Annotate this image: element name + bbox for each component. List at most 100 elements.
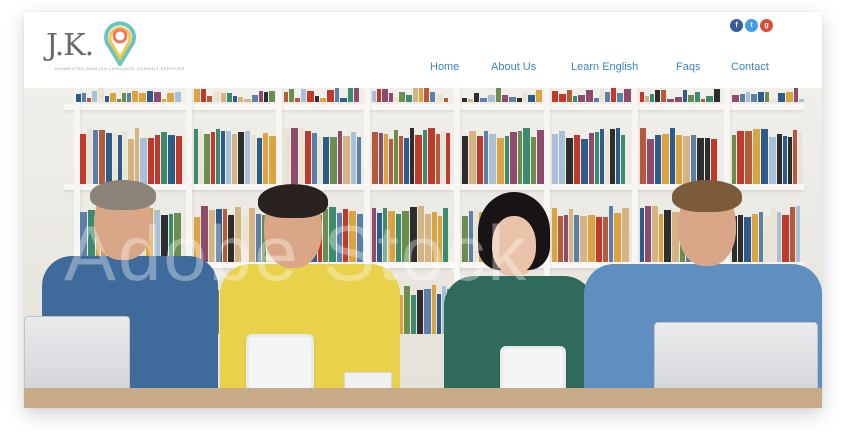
book-spine <box>430 92 435 102</box>
google-plus-icon[interactable]: g <box>760 19 773 32</box>
book-spine <box>600 89 604 102</box>
book-spine <box>357 214 363 262</box>
book-spine <box>528 95 535 102</box>
book-spine <box>379 133 383 184</box>
book-spine <box>462 98 467 102</box>
book-spine <box>161 215 168 262</box>
logo-mark: J.K. <box>46 28 94 63</box>
book-spine <box>377 213 382 262</box>
book-spine <box>600 129 604 184</box>
book-spine <box>123 131 127 184</box>
nav-contact[interactable]: Contact <box>731 61 769 73</box>
book-spine <box>701 99 705 102</box>
book-spine <box>399 92 405 102</box>
book-spine <box>413 88 418 102</box>
book-spine <box>609 206 613 262</box>
book-spine <box>147 91 153 102</box>
book-spine <box>384 134 388 184</box>
book-spine <box>444 98 448 102</box>
book-spine <box>659 214 663 262</box>
book-spine <box>664 210 671 262</box>
book-spine <box>610 129 615 184</box>
book-spine <box>777 134 782 184</box>
book-spine <box>343 209 348 262</box>
book-spine <box>410 207 417 262</box>
nav-home[interactable]: Home <box>430 61 459 73</box>
book-spine <box>335 88 339 102</box>
book-spine <box>589 133 594 184</box>
twitter-icon[interactable]: t <box>745 19 758 32</box>
book-spine <box>617 93 623 102</box>
book-spine <box>122 93 126 102</box>
book-spine <box>394 97 398 102</box>
book-spine <box>428 128 435 184</box>
book-spine <box>505 136 509 184</box>
book-spine <box>655 135 661 184</box>
book-spine <box>523 92 527 102</box>
book-spine <box>751 94 757 102</box>
book-spine <box>667 99 674 102</box>
book-spine <box>340 98 347 102</box>
book-spine <box>798 131 802 184</box>
book-spine <box>213 91 220 102</box>
book-spine <box>469 211 473 262</box>
book-spine <box>783 136 787 184</box>
book-spine <box>518 131 522 184</box>
book-spine <box>377 89 381 102</box>
book-spine <box>372 132 378 184</box>
book-spine <box>232 134 237 184</box>
book-spine <box>327 90 334 102</box>
book-spine <box>252 95 258 102</box>
book-spine <box>462 216 468 262</box>
book-spine <box>201 89 206 102</box>
book-spine <box>793 130 797 184</box>
lightbulb-icon <box>104 21 136 66</box>
book-spine <box>404 286 410 334</box>
book-spine <box>349 211 356 262</box>
book-spine <box>305 131 311 184</box>
book-spine <box>777 212 781 262</box>
book-spine <box>566 138 573 184</box>
book-spine <box>323 137 329 184</box>
book-spine <box>98 88 104 102</box>
book-spine <box>559 131 565 184</box>
book-spine <box>382 89 388 102</box>
book-spine <box>394 130 398 184</box>
book-spine <box>737 131 744 184</box>
nav-learn-english[interactable]: Learn English <box>571 61 638 73</box>
book-spine <box>117 99 121 102</box>
book-spine <box>263 133 268 184</box>
book-spine <box>406 95 412 102</box>
book-spine <box>469 131 476 184</box>
book-spine <box>744 217 751 262</box>
book-spine <box>650 94 654 102</box>
hero-image: Adobe Stock <box>24 88 822 408</box>
book-spine <box>226 131 231 184</box>
book-spine <box>402 211 409 262</box>
book-spine <box>782 215 789 262</box>
book-spine <box>372 208 376 262</box>
book-spine <box>396 214 401 262</box>
nav-faqs[interactable]: Faqs <box>676 61 700 73</box>
book-spine <box>558 216 563 262</box>
book-spine <box>194 217 200 262</box>
book-spine <box>256 214 261 262</box>
facebook-icon[interactable]: f <box>730 19 743 32</box>
book-spine <box>411 295 416 334</box>
book-spine <box>488 95 495 102</box>
book-spine <box>329 207 336 262</box>
book-spine <box>695 92 700 102</box>
book-spine <box>343 136 350 184</box>
book-spine <box>675 97 682 102</box>
book-spine <box>161 132 167 184</box>
book-spine <box>154 92 161 102</box>
book-spine <box>312 133 317 184</box>
book-spine <box>552 208 557 262</box>
book-spine <box>436 134 440 184</box>
book-spine <box>662 134 669 184</box>
book-spine <box>135 128 139 184</box>
book-spine <box>223 209 227 262</box>
book-spine <box>357 137 361 184</box>
nav-about-us[interactable]: About Us <box>491 61 536 73</box>
book-spine <box>652 206 658 262</box>
